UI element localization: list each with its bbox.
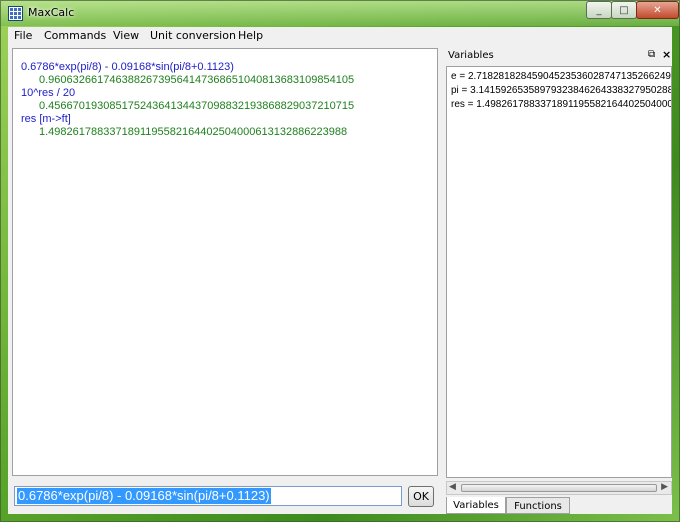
client-area: 0.6786*exp(pi/8) - 0.09168*sin(pi/8+0.11… (8, 46, 672, 514)
output-pane[interactable]: 0.6786*exp(pi/8) - 0.09168*sin(pi/8+0.11… (12, 48, 438, 476)
scroll-right-icon[interactable]: ▶ (661, 482, 668, 492)
close-button[interactable]: ✕ (636, 1, 679, 19)
panel-tabs: Variables Functions (446, 497, 672, 515)
output-result: 1.49826178833718911955821644025040006131… (39, 126, 348, 138)
menu-file[interactable]: File (14, 29, 32, 42)
variable-row[interactable]: pi = 3.141592653589793238462643383279502… (451, 85, 671, 96)
variables-panel-title: Variables (448, 50, 494, 61)
output-expression: res [m->ft] (21, 113, 71, 125)
scroll-left-icon[interactable]: ◀ (449, 482, 456, 492)
output-expression: 10^res / 20 (21, 87, 76, 99)
expression-input[interactable]: 0.6786*exp(pi/8) - 0.09168*sin(pi/8+0.11… (14, 486, 402, 506)
variable-row[interactable]: e = 2.7182818284590452353602874713526624… (451, 71, 671, 82)
menu-bar: File Commands View Unit conversion Help (8, 27, 672, 46)
menu-help[interactable]: Help (238, 29, 263, 42)
variable-row[interactable]: res = 1.49826178833718911955821644025040… (451, 99, 671, 110)
output-result: 0.96063266174638826739564147368651040813… (39, 74, 355, 86)
calculator-icon (8, 6, 23, 21)
output-result: 0.45667019308517524364134437098832193868… (39, 100, 355, 112)
minimize-button[interactable]: _ (586, 1, 612, 19)
maximize-button[interactable]: □ (611, 1, 637, 19)
variables-panel-header: Variables ⧉ × (446, 48, 672, 64)
horizontal-scrollbar[interactable]: ◀ ▶ (446, 481, 672, 495)
output-expression: 0.6786*exp(pi/8) - 0.09168*sin(pi/8+0.11… (21, 61, 234, 73)
menu-view[interactable]: View (113, 29, 139, 42)
menu-unit-conversion[interactable]: Unit conversion (150, 29, 236, 42)
panel-close-icon[interactable]: × (662, 48, 671, 61)
tab-functions[interactable]: Functions (506, 497, 570, 514)
tab-variables[interactable]: Variables (446, 497, 506, 514)
title-bar[interactable]: MaxCalc _ □ ✕ (0, 0, 680, 26)
menu-commands[interactable]: Commands (44, 29, 106, 42)
variables-panel: Variables ⧉ × e = 2.71828182845904523536… (444, 48, 672, 514)
app-window: MaxCalc _ □ ✕ File Commands View Unit co… (0, 0, 680, 522)
variables-list[interactable]: e = 2.7182818284590452353602874713526624… (446, 66, 672, 478)
scrollbar-thumb[interactable] (461, 484, 657, 492)
undock-icon[interactable]: ⧉ (648, 49, 655, 60)
selected-input-text: 0.6786*exp(pi/8) - 0.09168*sin(pi/8+0.11… (17, 488, 271, 504)
window-title: MaxCalc (28, 6, 75, 19)
ok-button[interactable]: OK (408, 486, 434, 507)
